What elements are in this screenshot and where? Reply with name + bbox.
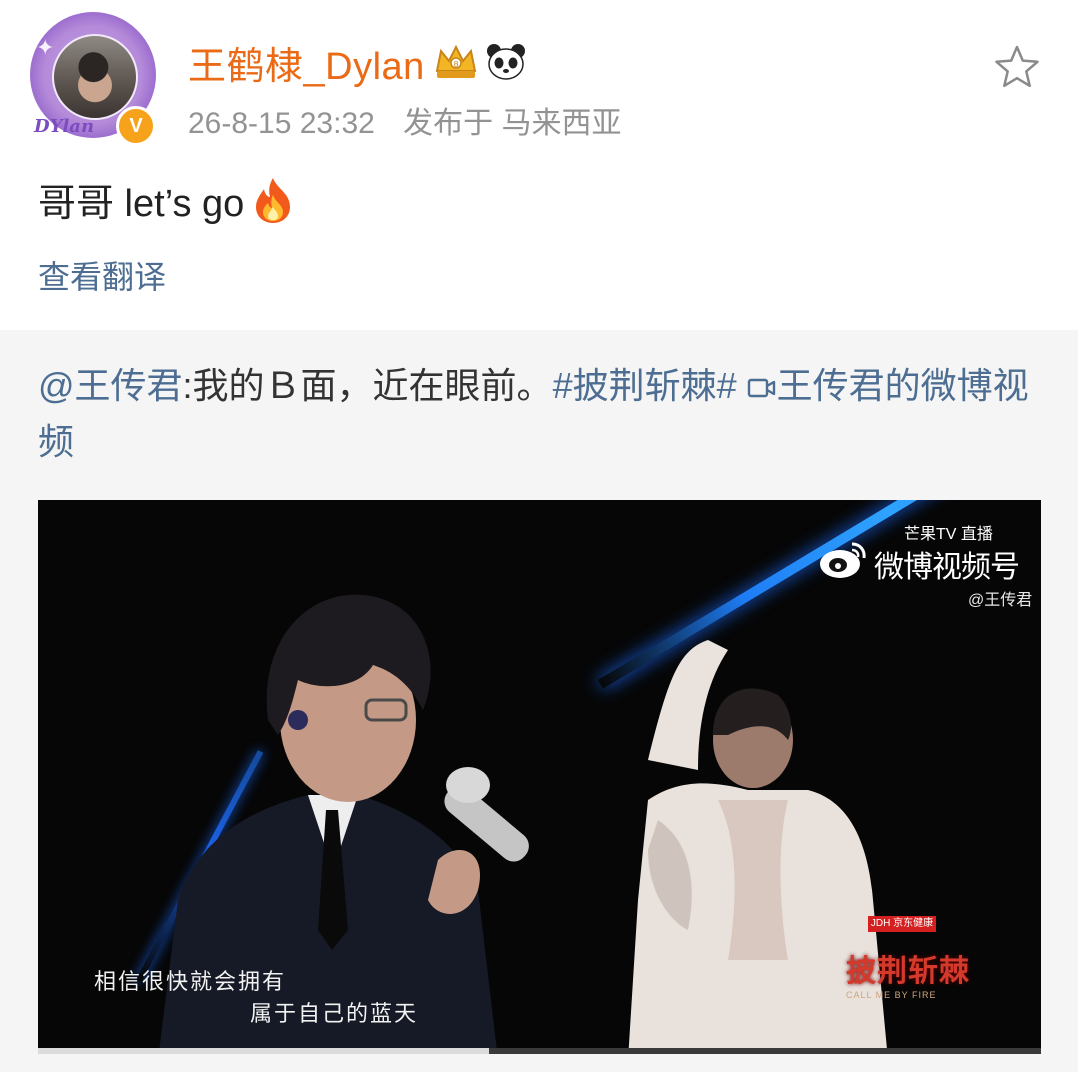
video-progress-bar[interactable] bbox=[38, 1048, 1041, 1054]
post-header: ✦ DYlan V 王鹤棣_Dylan 8 26-8-15 23:32 发布于 … bbox=[0, 0, 1078, 160]
sparkle-icon: ✦ bbox=[36, 36, 55, 61]
post-location: 发布于 马来西亚 bbox=[403, 107, 622, 140]
show-sponsor-badge: JDH 京东健康 bbox=[868, 916, 936, 932]
mention-link[interactable]: @王传君 bbox=[38, 365, 183, 406]
star-icon bbox=[995, 45, 1039, 88]
hashtag-link[interactable]: #披荆斩棘# bbox=[553, 365, 737, 406]
weibo-logo-icon bbox=[820, 542, 866, 578]
author-avatar[interactable]: ✦ DYlan V bbox=[30, 12, 156, 146]
post-content: 哥哥 let’s go bbox=[38, 172, 296, 227]
post-text: 哥哥 let’s go bbox=[38, 183, 245, 225]
video-watermark: 芒果TV 直播 微博视频号 @王传君 bbox=[818, 520, 1032, 609]
username-row: 王鹤棣_Dylan 8 bbox=[188, 36, 527, 88]
post-meta: 26-8-15 23:32 发布于 马来西亚 bbox=[188, 98, 622, 142]
show-subtitle: CALL ME BY FIRE bbox=[846, 990, 937, 1000]
avatar-photo bbox=[52, 34, 138, 120]
video-camera-icon bbox=[747, 378, 775, 398]
repost-block[interactable]: @王传君:我的Ｂ面，近在眼前。#披荆斩棘# 王传君的微博视频 芒果TV 直播 微… bbox=[0, 330, 1078, 1072]
video-player[interactable]: 芒果TV 直播 微博视频号 @王传君 相信很快就会拥有 属于自己的蓝天 JDH … bbox=[38, 500, 1041, 1054]
svg-text:8: 8 bbox=[453, 60, 458, 69]
translate-link[interactable]: 查看翻译 bbox=[38, 252, 166, 298]
watermark-brand: 微博视频号 bbox=[874, 551, 1020, 584]
panda-icon[interactable] bbox=[485, 41, 527, 83]
author-name[interactable]: 王鹤棣_Dylan bbox=[188, 35, 425, 90]
crown-badge-icon[interactable]: 8 bbox=[433, 41, 479, 83]
repost-body: :我的Ｂ面，近在眼前。 bbox=[182, 365, 553, 406]
avatar-frame-tag: DYlan bbox=[34, 116, 95, 137]
post-timestamp: 26-8-15 23:32 bbox=[188, 107, 375, 140]
repost-text: @王传君:我的Ｂ面，近在眼前。#披荆斩棘# 王传君的微博视频 bbox=[38, 358, 1038, 470]
watermark-mgtv: 芒果TV 直播 bbox=[904, 526, 993, 543]
watermark-handle: @王传君 bbox=[968, 592, 1033, 609]
favorite-button[interactable] bbox=[992, 42, 1042, 92]
video-subtitle-line2: 属于自己的蓝天 bbox=[250, 1001, 419, 1026]
show-logo: JDH 京东健康 披荆斩棘 CALL ME BY FIRE bbox=[842, 916, 982, 1012]
verified-badge-icon: V bbox=[116, 106, 156, 146]
fire-icon bbox=[250, 175, 296, 225]
video-progress-fill bbox=[38, 1048, 490, 1054]
video-subtitle-line1: 相信很快就会拥有 bbox=[94, 969, 287, 994]
show-title: 披荆斩棘 bbox=[846, 955, 970, 988]
